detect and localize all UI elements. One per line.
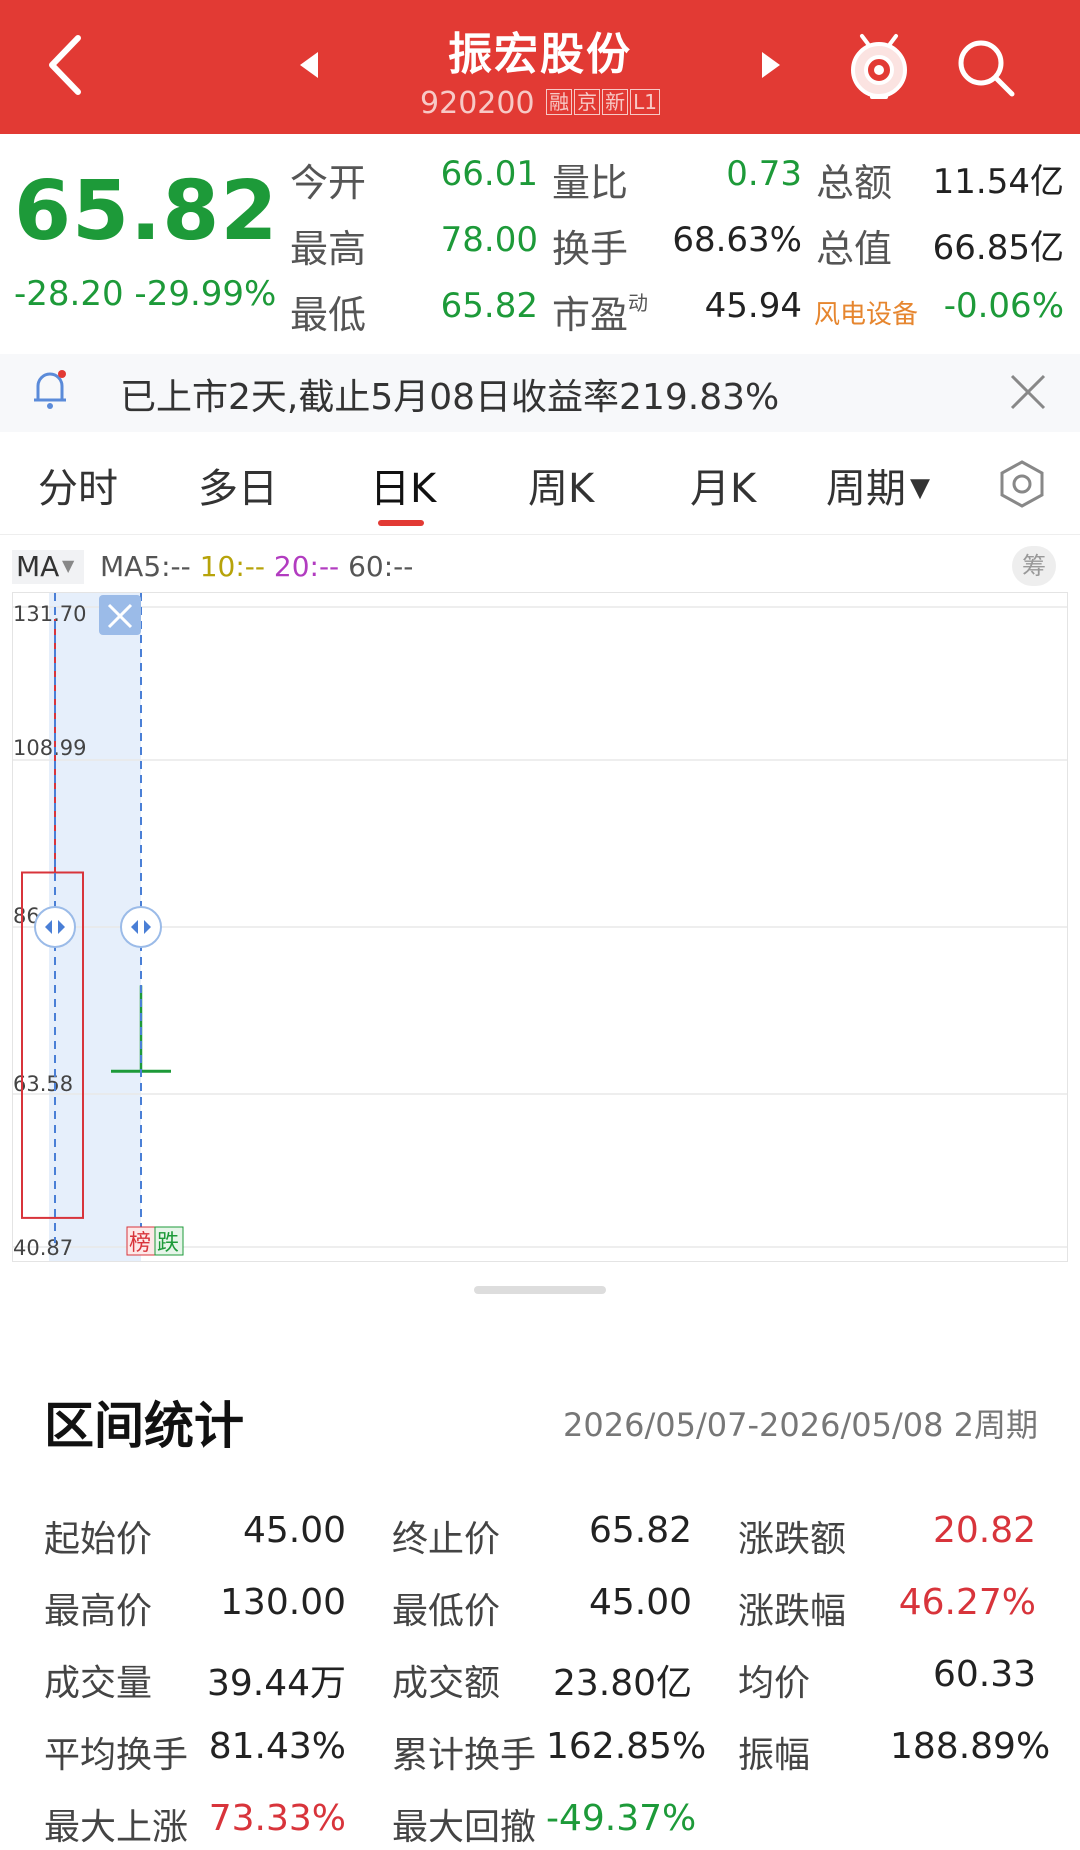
- ma-select-label: MA: [16, 550, 60, 583]
- tab-intraday[interactable]: 分时: [38, 456, 118, 514]
- stat-value: 46.27%: [898, 1582, 1036, 1623]
- tag-l1: L1: [630, 89, 660, 115]
- stat-value: 130.00: [220, 1582, 346, 1623]
- stat-value: 162.85%: [546, 1726, 707, 1767]
- notice-text: 已上市2天,截止5月08日收益率219.83%: [120, 377, 780, 418]
- ma5-value: MA5:--: [100, 550, 191, 583]
- search-icon[interactable]: [954, 36, 1018, 100]
- stat-label: 最大上涨: [44, 1807, 189, 1848]
- stat-value: 81.43%: [208, 1726, 346, 1767]
- amount-label: 总额: [816, 161, 893, 205]
- ma10-value: 10:--: [199, 550, 265, 583]
- amount-value: 11.54亿: [932, 162, 1064, 202]
- y-tick-label: 131.70: [13, 602, 86, 626]
- stock-code-line: 920200 融京新 L1: [0, 86, 1080, 121]
- badge-label: 榜: [129, 1231, 151, 1256]
- stat-label: 起始价: [44, 1519, 153, 1560]
- stat-label: 成交量: [44, 1663, 153, 1704]
- stat-value: -49.37%: [546, 1798, 697, 1839]
- ma-select[interactable]: MA ▼: [12, 550, 84, 584]
- stat-label: 涨跌幅: [738, 1591, 847, 1632]
- section-title: 区间统计: [44, 1397, 244, 1455]
- stat-label: 均价: [738, 1663, 811, 1704]
- stat-label: 最大回撤: [392, 1807, 537, 1848]
- stat-value: 20.82: [932, 1510, 1036, 1551]
- stat-value: 73.33%: [208, 1798, 346, 1839]
- industry-change: -0.06%: [943, 286, 1064, 326]
- low-label: 最低: [290, 293, 367, 337]
- tab-monthly-k[interactable]: 月K: [690, 456, 756, 514]
- stat-value: 60.33: [932, 1654, 1036, 1695]
- bell-icon: [34, 370, 66, 409]
- open-label: 今开: [290, 161, 367, 205]
- industry-name[interactable]: 风电设备: [814, 294, 918, 331]
- low-value: 65.82: [440, 286, 538, 326]
- ma-values: MA5:-- 10:-- 20:-- 60:--: [100, 550, 413, 583]
- settings-hexagon-icon[interactable]: [996, 458, 1048, 510]
- badge-label: 跌: [157, 1231, 179, 1256]
- volume-ratio-label: 量比: [552, 161, 629, 205]
- stat-value: 23.80亿: [552, 1663, 692, 1704]
- turnover-value: 68.63%: [672, 220, 802, 260]
- stat-label: 累计换手: [392, 1735, 537, 1776]
- price-change-line: -28.20 -29.99%: [14, 274, 276, 314]
- stat-label: 平均换手: [44, 1735, 189, 1776]
- kline-svg: 131.70108.998663.5840.87 榜跌: [13, 593, 1067, 1261]
- active-tab-indicator: [378, 520, 424, 526]
- tab-daily-k[interactable]: 日K: [370, 456, 436, 514]
- tab-divider: [0, 534, 1080, 535]
- tag-bse: 京: [574, 89, 601, 115]
- volume-ratio-value: 0.73: [726, 154, 802, 194]
- stat-label: 最高价: [44, 1591, 153, 1632]
- stat-label: 成交额: [392, 1663, 501, 1704]
- app-header: 振宏股份 920200 融京新 L1: [0, 0, 1080, 134]
- tag-new: 新: [602, 89, 629, 115]
- drag-handle-right-icon: [120, 906, 162, 948]
- y-tick-label: 108.99: [13, 736, 86, 760]
- ma60-value: 60:--: [348, 550, 414, 583]
- chevron-down-icon: ▼: [910, 473, 930, 503]
- stock-name: 振宏股份: [448, 29, 632, 80]
- chip-distribution-button[interactable]: 筹: [1012, 546, 1056, 586]
- next-stock-arrow-icon[interactable]: [762, 52, 780, 78]
- market-cap-value: 66.85亿: [932, 228, 1064, 268]
- kline-chart[interactable]: 131.70 108.99 86 63.58 40.87 榜跌: [12, 592, 1068, 1262]
- turnover-label: 换手: [552, 227, 629, 271]
- stat-value: 45.00: [588, 1582, 692, 1623]
- pe-label: 市盈: [552, 293, 629, 337]
- price-change: -28.20: [14, 274, 124, 314]
- drag-handle-left-icon: [34, 906, 76, 948]
- stat-label: 最低价: [392, 1591, 501, 1632]
- stats-range: 2026/05/07-2026/05/08 2周期: [563, 1406, 1038, 1444]
- stat-value: 188.89%: [890, 1726, 1051, 1767]
- tab-weekly-k[interactable]: 周K: [528, 456, 594, 514]
- pe-value: 45.94: [704, 286, 802, 326]
- assistant-robot-icon[interactable]: [848, 32, 910, 100]
- stat-value: 45.00: [242, 1510, 346, 1551]
- open-value: 66.01: [440, 154, 538, 194]
- tab-period-label: 周期: [826, 466, 906, 512]
- y-tick-label: 40.87: [13, 1236, 73, 1260]
- stat-value: 39.44万: [206, 1663, 346, 1704]
- close-icon[interactable]: [1008, 372, 1048, 412]
- pe-label-wrap: 市盈动: [552, 284, 648, 339]
- drag-handle[interactable]: [474, 1286, 606, 1294]
- market-cap-label: 总值: [816, 227, 893, 271]
- stock-code: 920200: [420, 86, 535, 121]
- high-value: 78.00: [440, 220, 538, 260]
- stat-label: 振幅: [738, 1735, 811, 1776]
- chevron-down-icon: ▼: [62, 556, 75, 575]
- tag-margin: 融: [546, 89, 573, 115]
- price-change-pct: -29.99%: [134, 274, 277, 314]
- pe-dynamic-mark: 动: [628, 291, 649, 315]
- stat-value: 65.82: [588, 1510, 692, 1551]
- stat-label: 终止价: [392, 1519, 501, 1560]
- high-label: 最高: [290, 227, 367, 271]
- current-price: 65.82: [14, 164, 279, 259]
- tab-multi-day[interactable]: 多日: [198, 456, 278, 514]
- ma20-value: 20:--: [273, 550, 340, 583]
- stat-label: 涨跌额: [738, 1519, 847, 1560]
- tab-period[interactable]: 周期 ▼: [826, 456, 930, 514]
